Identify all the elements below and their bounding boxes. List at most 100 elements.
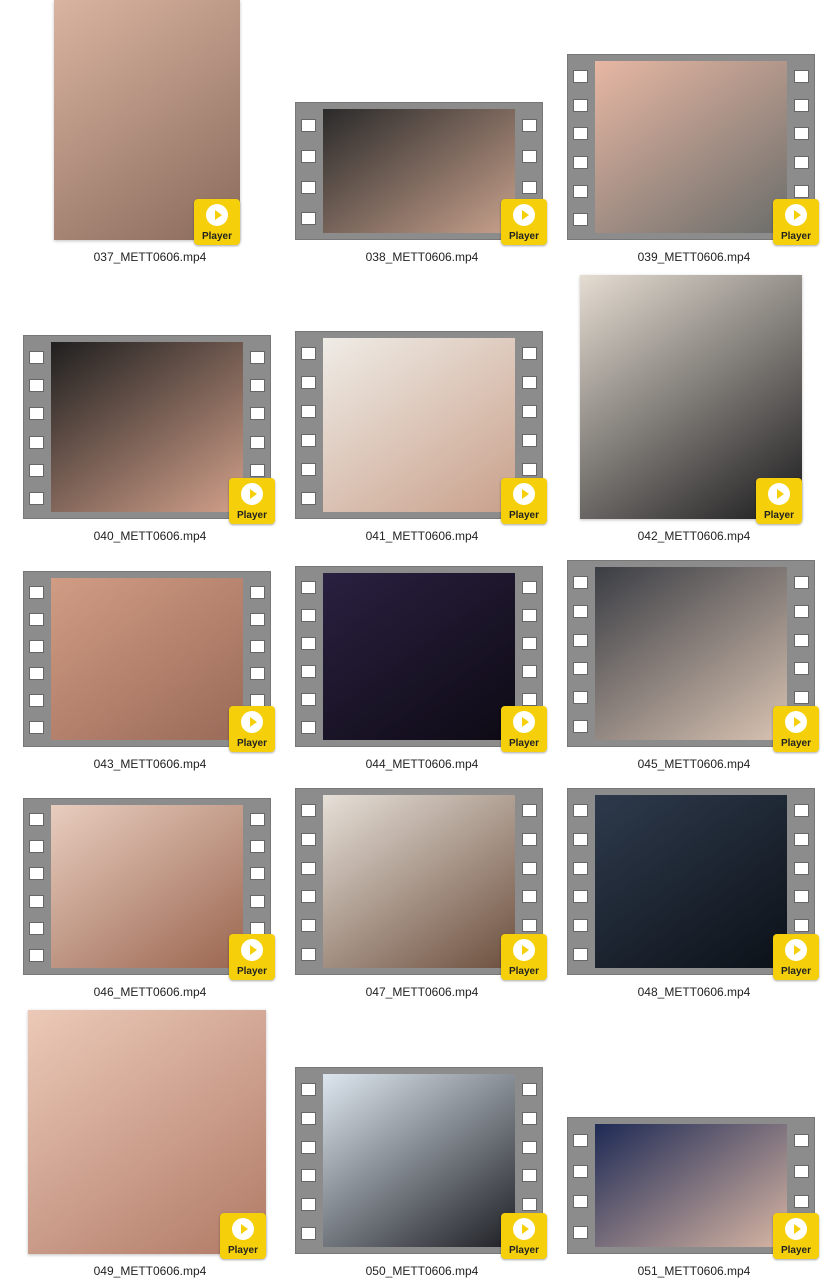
file-name: 047_METT0606.mp4 bbox=[365, 985, 479, 999]
film-sprocket-hole bbox=[573, 213, 588, 227]
player-badge[interactable]: Player bbox=[220, 1213, 266, 1259]
film-sprocket-hole bbox=[29, 640, 44, 653]
film-sprocket-hole bbox=[301, 1111, 316, 1125]
film-sprocket-hole bbox=[250, 586, 265, 599]
film-sprocket-hole bbox=[250, 813, 265, 827]
film-sprocket-hole bbox=[573, 633, 588, 647]
film-sprocket-hole bbox=[522, 1082, 537, 1096]
film-sprocket-hole bbox=[301, 890, 316, 904]
film-sprocket-hole bbox=[794, 69, 809, 83]
film-sprocket-hole bbox=[301, 150, 316, 163]
film-sprocket-hole bbox=[301, 347, 316, 360]
film-sprocket-hole bbox=[301, 1140, 316, 1154]
player-badge[interactable]: Player bbox=[773, 934, 819, 980]
player-badge[interactable]: Player bbox=[773, 199, 819, 245]
video-frame bbox=[595, 795, 787, 968]
player-badge[interactable]: Player bbox=[194, 199, 240, 245]
film-sprocket-hole bbox=[522, 609, 537, 623]
player-label: Player bbox=[780, 1245, 812, 1256]
player-badge[interactable]: Player bbox=[229, 706, 275, 752]
film-sprocket-hole bbox=[522, 1140, 537, 1154]
film-sprocket-hole bbox=[522, 919, 537, 933]
film-sprocket-hole bbox=[301, 1198, 316, 1212]
film-sprocket-hole bbox=[794, 662, 809, 676]
video-frame bbox=[323, 109, 515, 233]
film-sprocket-hole bbox=[301, 1169, 316, 1183]
player-badge[interactable]: Player bbox=[773, 1213, 819, 1259]
film-sprocket-hole bbox=[250, 379, 265, 392]
film-sprocket-hole bbox=[301, 664, 316, 678]
film-sprocket-hole bbox=[794, 633, 809, 647]
player-label: Player bbox=[236, 510, 268, 521]
player-label: Player bbox=[227, 1245, 259, 1256]
player-badge[interactable]: Player bbox=[229, 478, 275, 524]
player-badge[interactable]: Player bbox=[756, 478, 802, 524]
player-label: Player bbox=[508, 231, 540, 242]
player-label: Player bbox=[780, 231, 812, 242]
film-sprocket-hole bbox=[250, 921, 265, 935]
video-frame bbox=[323, 573, 515, 740]
film-sprocket-hole bbox=[301, 609, 316, 623]
video-frame bbox=[323, 1074, 515, 1247]
player-badge[interactable]: Player bbox=[501, 1213, 547, 1259]
player-label: Player bbox=[201, 231, 233, 242]
film-sprocket-hole bbox=[301, 434, 316, 447]
film-sprocket-hole bbox=[573, 890, 588, 904]
file-name: 045_METT0606.mp4 bbox=[637, 757, 751, 771]
film-sprocket-hole bbox=[250, 667, 265, 680]
video-frame bbox=[51, 342, 243, 512]
film-sprocket-hole bbox=[301, 405, 316, 418]
play-icon bbox=[513, 483, 535, 505]
film-sprocket-hole bbox=[522, 405, 537, 418]
file-name: 040_METT0606.mp4 bbox=[93, 529, 207, 543]
file-name: 043_METT0606.mp4 bbox=[93, 757, 207, 771]
film-sprocket-hole bbox=[522, 832, 537, 846]
film-sprocket-hole bbox=[794, 604, 809, 618]
film-sprocket-hole bbox=[573, 1195, 588, 1209]
film-sprocket-hole bbox=[522, 347, 537, 360]
video-frame bbox=[595, 1124, 787, 1247]
film-sprocket-hole bbox=[522, 1169, 537, 1183]
film-sprocket-hole bbox=[301, 1227, 316, 1241]
film-sprocket-hole bbox=[573, 1164, 588, 1178]
player-badge[interactable]: Player bbox=[501, 199, 547, 245]
film-sprocket-hole bbox=[794, 1195, 809, 1209]
film-sprocket-hole bbox=[29, 407, 44, 421]
film-sprocket-hole bbox=[29, 921, 44, 935]
play-icon bbox=[785, 204, 807, 226]
film-sprocket-hole bbox=[250, 613, 265, 626]
film-sprocket-hole bbox=[522, 119, 537, 132]
film-sprocket-hole bbox=[573, 604, 588, 618]
film-sprocket-hole bbox=[522, 181, 537, 194]
film-sprocket-hole bbox=[301, 832, 316, 846]
film-sprocket-hole bbox=[573, 1133, 588, 1147]
film-sprocket-hole bbox=[29, 350, 44, 364]
film-sprocket-hole bbox=[29, 613, 44, 626]
film-sprocket-hole bbox=[794, 155, 809, 169]
film-sprocket-hole bbox=[522, 150, 537, 163]
player-badge[interactable]: Player bbox=[773, 706, 819, 752]
film-sprocket-hole bbox=[250, 350, 265, 364]
player-badge[interactable]: Player bbox=[229, 934, 275, 980]
film-sprocket-hole bbox=[250, 867, 265, 881]
player-badge[interactable]: Player bbox=[501, 934, 547, 980]
film-sprocket-hole bbox=[301, 637, 316, 651]
film-sprocket-hole bbox=[250, 435, 265, 449]
film-sprocket-hole bbox=[522, 434, 537, 447]
film-sprocket-hole bbox=[301, 803, 316, 817]
player-label: Player bbox=[763, 510, 795, 521]
play-icon bbox=[785, 939, 807, 961]
video-frame bbox=[51, 805, 243, 968]
film-sprocket-hole bbox=[573, 662, 588, 676]
film-sprocket-hole bbox=[794, 919, 809, 933]
film-sprocket-hole bbox=[29, 867, 44, 881]
film-sprocket-hole bbox=[522, 890, 537, 904]
file-name: 044_METT0606.mp4 bbox=[365, 757, 479, 771]
film-sprocket-hole bbox=[522, 463, 537, 476]
film-sprocket-hole bbox=[522, 637, 537, 651]
film-sprocket-hole bbox=[29, 586, 44, 599]
player-badge[interactable]: Player bbox=[501, 478, 547, 524]
file-name: 050_METT0606.mp4 bbox=[365, 1264, 479, 1278]
player-badge[interactable]: Player bbox=[501, 706, 547, 752]
film-sprocket-hole bbox=[301, 1082, 316, 1096]
